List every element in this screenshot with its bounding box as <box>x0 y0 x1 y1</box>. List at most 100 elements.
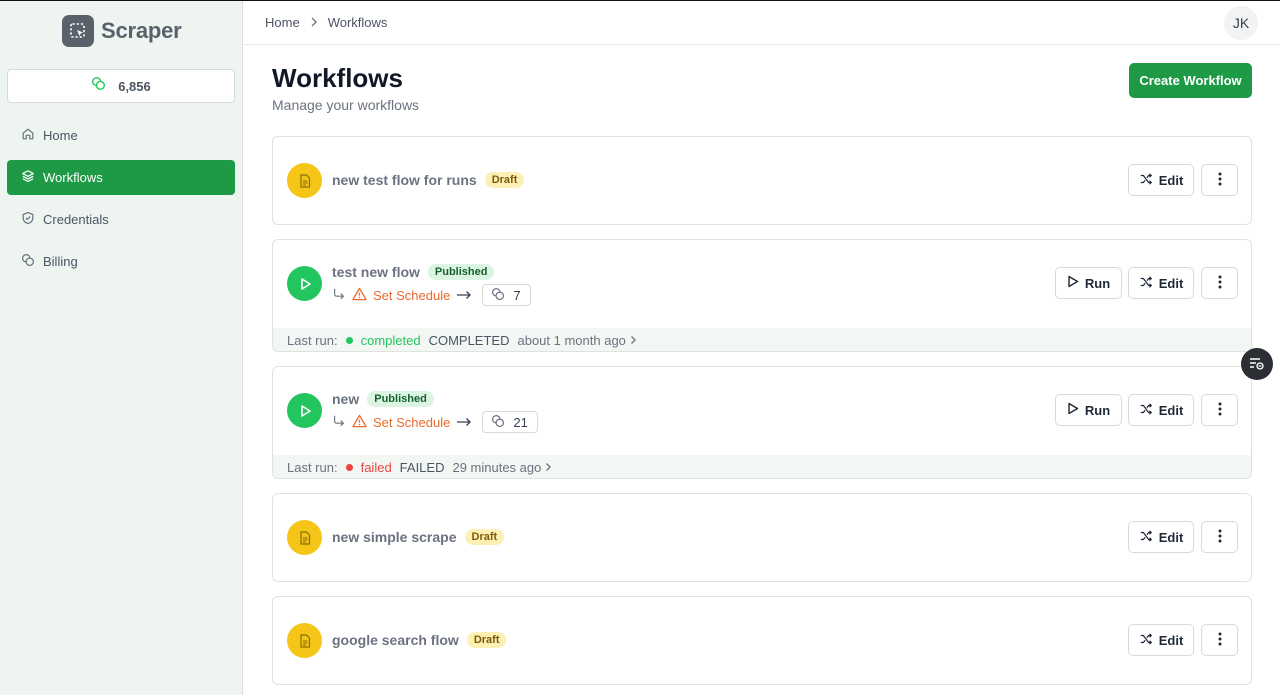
last-run-time: about 1 month ago <box>517 332 626 348</box>
sidebar-item-label: Credentials <box>43 212 109 227</box>
shuffle-icon <box>1139 172 1153 189</box>
workflow-name[interactable]: new simple scrape <box>332 529 457 545</box>
chevron-right-icon <box>310 15 318 30</box>
workflow-name[interactable]: test new flow <box>332 264 420 280</box>
credits-count: 7 <box>513 287 521 303</box>
chevron-right-icon <box>630 333 637 348</box>
status-badge: Draft <box>466 632 507 648</box>
warning-icon <box>352 414 367 431</box>
status-badge: Published <box>427 264 495 280</box>
credits-value: 6,856 <box>118 78 151 94</box>
play-icon <box>1067 275 1079 291</box>
sidebar-item-label: Workflows <box>43 170 103 185</box>
layers-icon <box>21 169 35 186</box>
shuffle-icon <box>1139 402 1153 419</box>
last-run-bar[interactable]: Last run: completed COMPLETED about 1 mo… <box>273 328 1251 351</box>
workflow-title-row: new simple scrape Draft <box>332 529 505 545</box>
last-run-status: failed <box>360 459 392 475</box>
edit-button[interactable]: Edit <box>1128 521 1194 553</box>
more-options-button[interactable] <box>1201 267 1238 299</box>
corner-down-right-icon <box>332 414 346 431</box>
play-icon <box>287 266 322 301</box>
draft-file-icon <box>287 520 322 555</box>
coins-icon <box>491 287 505 304</box>
home-icon <box>21 127 35 144</box>
create-workflow-button[interactable]: Create Workflow <box>1129 63 1252 98</box>
edit-label: Edit <box>1158 402 1184 418</box>
more-vertical-icon <box>1218 402 1222 419</box>
more-vertical-icon <box>1218 172 1222 189</box>
workflow-name[interactable]: new <box>332 391 359 407</box>
arrow-right-icon <box>456 288 472 303</box>
app-logo[interactable]: Scraper <box>62 15 182 47</box>
draft-file-icon <box>287 163 322 198</box>
workflow-title-row: new Published <box>332 391 434 407</box>
workflow-card[interactable]: test new flow Published Set Schedule 7 R… <box>272 239 1252 352</box>
more-options-button[interactable] <box>1201 394 1238 426</box>
coins-icon <box>491 414 505 431</box>
sidebar-item-billing[interactable]: Billing <box>7 244 235 279</box>
breadcrumb-home[interactable]: Home <box>265 15 300 30</box>
edit-label: Edit <box>1158 275 1184 291</box>
workflow-title-row: google search flow Draft <box>332 632 507 648</box>
coins-icon <box>91 76 106 96</box>
set-schedule-link[interactable]: Set Schedule <box>373 288 450 303</box>
edit-button[interactable]: Edit <box>1128 164 1194 196</box>
credits-count: 21 <box>513 414 528 430</box>
workflow-title-row: test new flow Published <box>332 264 495 280</box>
sidebar-item-workflows[interactable]: Workflows <box>7 160 235 195</box>
warning-icon <box>352 287 367 304</box>
filter-list-icon[interactable] <box>1241 348 1273 380</box>
shuffle-icon <box>1139 275 1153 292</box>
workflow-name[interactable]: google search flow <box>332 632 459 648</box>
sidebar-item-label: Billing <box>43 254 78 269</box>
status-dot <box>345 336 353 344</box>
more-vertical-icon <box>1218 529 1222 546</box>
workflow-name[interactable]: new test flow for runs <box>332 172 477 188</box>
edit-button[interactable]: Edit <box>1128 624 1194 656</box>
more-options-button[interactable] <box>1201 624 1238 656</box>
workflow-card[interactable]: new test flow for runs Draft Edit <box>272 136 1252 225</box>
run-button[interactable]: Run <box>1055 267 1122 299</box>
last-run-state: FAILED <box>399 459 445 475</box>
breadcrumb-current[interactable]: Workflows <box>328 15 388 30</box>
workflow-card[interactable]: google search flow Draft Edit <box>272 596 1252 685</box>
credits-chip: 7 <box>482 284 531 306</box>
workflow-card[interactable]: new simple scrape Draft Edit <box>272 493 1252 582</box>
more-vertical-icon <box>1218 275 1222 292</box>
coins-icon <box>21 253 35 270</box>
sidebar-item-home[interactable]: Home <box>7 118 235 153</box>
status-badge: Published <box>367 391 434 407</box>
sidebar: Scraper 6,856 Home Workflows Credentials… <box>0 1 243 695</box>
logo-icon <box>62 15 94 47</box>
last-run-time: 29 minutes ago <box>452 459 542 475</box>
more-vertical-icon <box>1218 632 1222 649</box>
set-schedule-link[interactable]: Set Schedule <box>373 415 450 430</box>
run-button[interactable]: Run <box>1055 394 1122 426</box>
top-header: Home Workflows JK <box>244 1 1280 45</box>
corner-down-right-icon <box>332 287 346 304</box>
shuffle-icon <box>1139 529 1153 546</box>
edit-button[interactable]: Edit <box>1128 267 1194 299</box>
play-icon <box>1067 402 1079 418</box>
last-run-label: Last run: <box>287 332 338 348</box>
run-label: Run <box>1084 402 1111 418</box>
status-badge: Draft <box>464 529 505 545</box>
credits-balance[interactable]: 6,856 <box>7 69 235 103</box>
last-run-state: COMPLETED <box>428 332 510 348</box>
page-title: Workflows <box>272 63 403 93</box>
schedule-row: Set Schedule 7 <box>332 284 531 306</box>
more-options-button[interactable] <box>1201 521 1238 553</box>
last-run-bar[interactable]: Last run: failed FAILED 29 minutes ago <box>273 455 1251 478</box>
workflow-card[interactable]: new Published Set Schedule 21 Run Edit L… <box>272 366 1252 479</box>
edit-button[interactable]: Edit <box>1128 394 1194 426</box>
page-subtitle: Manage your workflows <box>272 97 420 113</box>
shield-icon <box>21 211 35 228</box>
arrow-right-icon <box>456 415 472 430</box>
edit-label: Edit <box>1158 632 1184 648</box>
sidebar-item-credentials[interactable]: Credentials <box>7 202 235 237</box>
last-run-status: completed <box>360 332 421 348</box>
breadcrumb: Home Workflows <box>265 15 387 30</box>
more-options-button[interactable] <box>1201 164 1238 196</box>
avatar[interactable]: JK <box>1224 6 1258 40</box>
